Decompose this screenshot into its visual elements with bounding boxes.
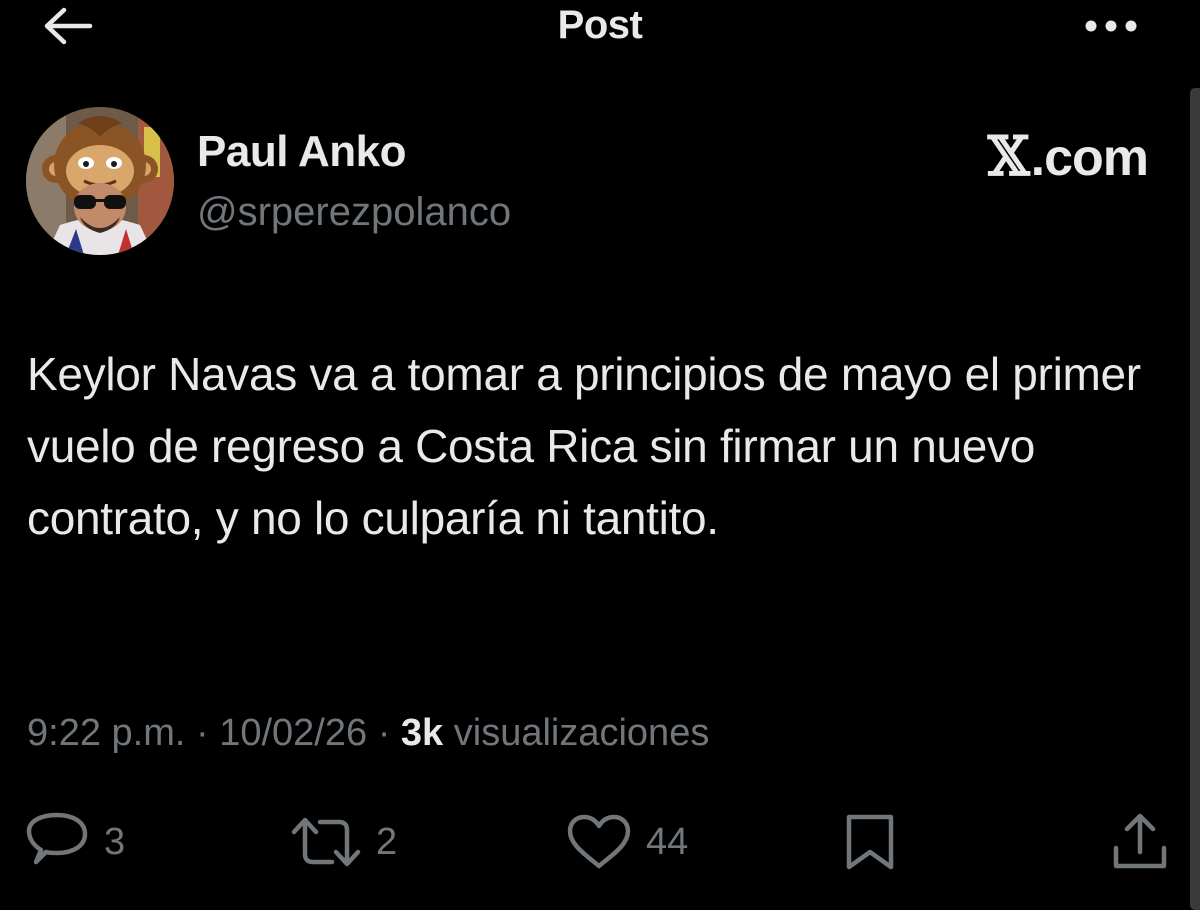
bookmark-button[interactable]	[842, 810, 898, 874]
watermark-domain: .com	[1030, 129, 1149, 187]
author-handle[interactable]: @srperezpolanco	[197, 190, 511, 235]
repost-count: 2	[376, 820, 398, 863]
reply-count: 3	[104, 820, 126, 863]
like-count: 44	[646, 820, 689, 863]
post-actions-bar: 3 2 44	[0, 810, 1200, 874]
page-title: Post	[557, 3, 643, 47]
post-text: Keylor Navas va a tomar a principios de …	[27, 348, 1141, 544]
avatar[interactable]	[26, 107, 174, 255]
share-button[interactable]	[1110, 810, 1170, 874]
heart-icon	[567, 814, 631, 869]
top-navigation-bar: Post	[0, 0, 1200, 60]
post-meta: 9:22 p.m. · 10/02/26 · 3k visualizacione…	[27, 712, 709, 755]
author-display-name[interactable]: Paul Anko	[197, 127, 407, 177]
share-icon	[1113, 813, 1167, 869]
meta-separator: ·	[195, 712, 209, 754]
x-logo-icon: 𝕏	[987, 124, 1030, 188]
more-options-button[interactable]	[1080, 6, 1142, 46]
repost-icon	[291, 817, 361, 867]
scrollbar[interactable]	[1190, 88, 1200, 910]
meta-separator: ·	[377, 712, 391, 754]
views-count: 3k	[400, 712, 444, 754]
more-horizontal-icon	[1085, 20, 1137, 32]
repost-button[interactable]: 2	[290, 810, 397, 874]
avatar-monkey-hat-image	[26, 107, 174, 255]
views-label: visualizaciones	[453, 712, 710, 754]
like-button[interactable]: 44	[566, 810, 688, 874]
reply-button[interactable]: 3	[24, 810, 125, 874]
post-time[interactable]: 9:22 p.m.	[27, 712, 185, 754]
post-date[interactable]: 10/02/26	[219, 712, 367, 754]
x-com-watermark: 𝕏 .com	[987, 124, 1149, 188]
reply-icon	[26, 812, 88, 865]
bookmark-icon	[846, 814, 894, 870]
